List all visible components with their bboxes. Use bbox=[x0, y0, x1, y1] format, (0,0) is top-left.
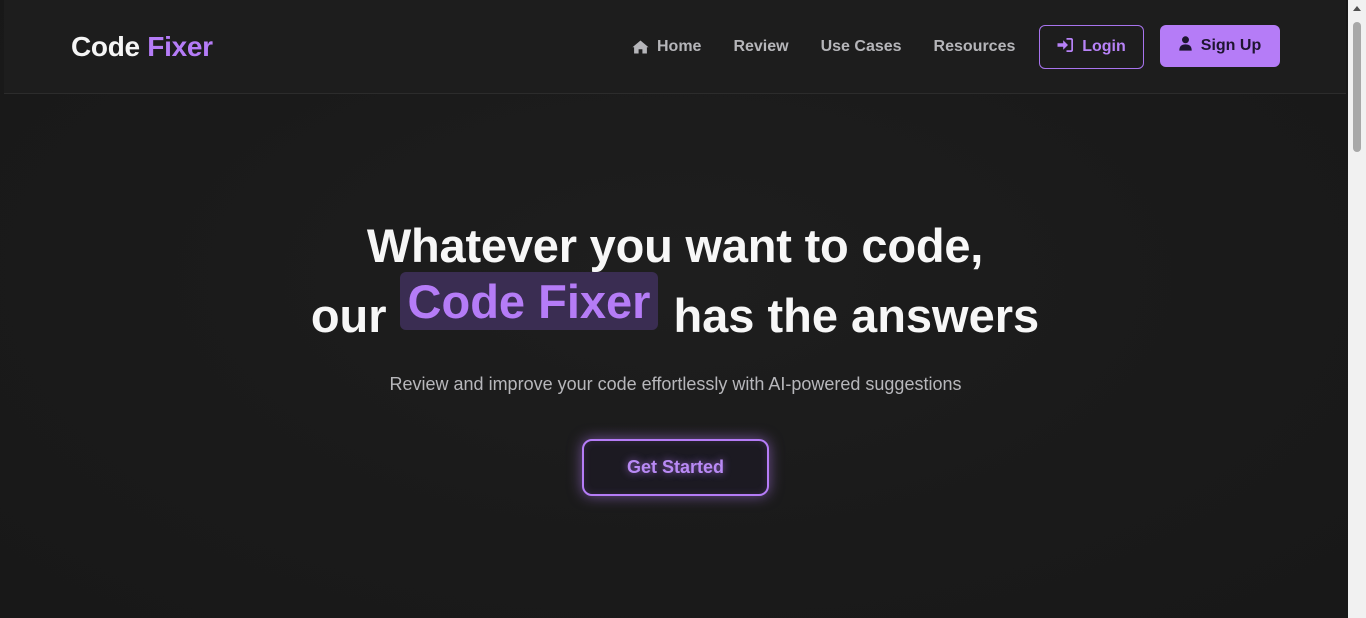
scrollbar-thumb[interactable] bbox=[1353, 22, 1361, 152]
hero-title-line2: our Code Fixer has the answers bbox=[0, 272, 1350, 348]
hero-title-word-before: our bbox=[310, 289, 387, 342]
brand-name-part1: Code bbox=[71, 31, 140, 62]
navbar: Code Fixer Home Review Use Cases Resourc… bbox=[4, 0, 1346, 94]
nav-item-resources[interactable]: Resources bbox=[934, 38, 1016, 56]
page-scrollbar[interactable] bbox=[1348, 0, 1366, 618]
hero-subtitle: Review and improve your code effortlessl… bbox=[389, 374, 962, 394]
nav-item-use-cases[interactable]: Use Cases bbox=[821, 38, 902, 56]
nav-item-label: Use Cases bbox=[820, 38, 902, 55]
get-started-label: Get Started bbox=[626, 457, 725, 477]
page: Code Fixer Home Review Use Cases Resourc… bbox=[0, 0, 1366, 618]
viewport: Code Fixer Home Review Use Cases Resourc… bbox=[0, 0, 1348, 618]
hero-title-line1: Whatever you want to code, bbox=[366, 219, 984, 272]
signup-button[interactable]: Sign Up bbox=[1160, 25, 1280, 67]
nav-item-review[interactable]: Review bbox=[733, 38, 788, 56]
nav-links: Home Review Use Cases Resources bbox=[632, 38, 1015, 56]
get-started-button[interactable]: Get Started bbox=[582, 439, 769, 496]
hero-title-word-after: has the answers bbox=[673, 289, 1040, 342]
hero-title-highlight: Code Fixer bbox=[399, 272, 659, 330]
signup-label: Sign Up bbox=[1200, 37, 1262, 54]
home-icon bbox=[632, 40, 649, 54]
nav-item-label: Review bbox=[733, 38, 789, 55]
brand-name-part2: Fixer bbox=[147, 31, 213, 62]
nav-item-label: Resources bbox=[933, 38, 1016, 55]
user-icon bbox=[1179, 36, 1192, 56]
scroll-up-arrow-icon[interactable] bbox=[1353, 6, 1361, 11]
nav-item-home[interactable]: Home bbox=[632, 38, 701, 56]
brand-logo[interactable]: Code Fixer bbox=[71, 31, 213, 63]
login-label: Login bbox=[1082, 38, 1126, 55]
sign-in-icon bbox=[1057, 37, 1074, 57]
nav-item-label: Home bbox=[657, 38, 702, 55]
login-button[interactable]: Login bbox=[1039, 25, 1144, 69]
